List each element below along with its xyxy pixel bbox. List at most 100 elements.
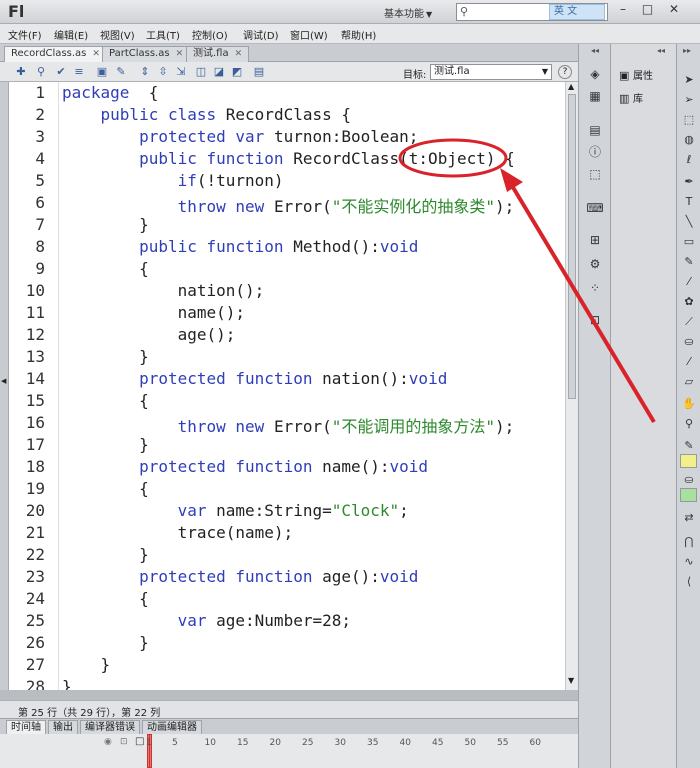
close-icon[interactable]: ✕ (92, 49, 100, 59)
lasso-tool-icon[interactable]: ℓ (681, 152, 697, 168)
left-collapse-strip[interactable]: ◀ (0, 82, 8, 690)
code-line: var age:Number=28; (177, 611, 351, 630)
rectangle-tool-icon[interactable]: ▭ (681, 234, 697, 250)
show-hide-toolbox-icon[interactable]: ▤ (252, 65, 266, 79)
lock-icon[interactable]: ⊡ (120, 737, 128, 747)
components-icon[interactable]: ⊞ (586, 232, 604, 248)
menu-control[interactable]: 控制(O) (192, 27, 228, 42)
close-icon[interactable]: ✕ (176, 49, 184, 59)
fill-color-icon[interactable]: ⛀ (681, 472, 697, 488)
info-icon[interactable]: ⓘ (586, 144, 604, 160)
line-number: 7 (35, 215, 45, 234)
menu-window[interactable]: 窗口(W) (290, 27, 328, 42)
add-statement-icon[interactable]: ✚ (14, 65, 28, 79)
collapse-selection-icon[interactable]: ⇳ (156, 65, 170, 79)
code-snippets-icon[interactable]: ⌨ (586, 200, 604, 216)
tab-timeline[interactable]: 时间轴 (6, 720, 46, 735)
stroke-color-icon[interactable]: ✎ (681, 438, 697, 454)
eraser-tool-icon[interactable]: ▱ (681, 374, 697, 390)
free-transform-tool-icon[interactable]: ⬚ (681, 112, 697, 128)
help-search-input[interactable]: ⚲ 英 文 (456, 3, 608, 21)
align-icon[interactable]: ▤ (586, 122, 604, 138)
code-line: age(); (62, 325, 236, 344)
pencil-tool-icon[interactable]: ✎ (681, 254, 697, 270)
snap-magnet-icon[interactable]: ⋂ (681, 534, 697, 550)
apply-block-comment-icon[interactable]: ◫ (194, 65, 208, 79)
motion-presets-icon[interactable]: ⁘ (586, 280, 604, 296)
tab-recordclass[interactable]: RecordClass.as ✕ (4, 46, 107, 62)
line-number: 28 (25, 677, 45, 690)
eye-icon[interactable]: ◉ (104, 737, 112, 747)
collapse-between-braces-icon[interactable]: ⇕ (138, 65, 152, 79)
chevron-left-icon: ◀ (1, 377, 7, 385)
tab-compiler-errors[interactable]: 编译器错误 (80, 720, 140, 735)
collapse-icon[interactable]: ◂◂ (591, 46, 599, 55)
timeline-ruler[interactable]: ◉ ⊡ □ 1 5 10 15 20 25 30 35 40 45 50 55 60 (0, 734, 578, 768)
menu-view[interactable]: 视图(V) (100, 27, 135, 42)
vertical-scrollbar[interactable]: ▲ ▼ (565, 82, 578, 690)
workspace-switcher[interactable]: 基本功能 ▼ (384, 5, 432, 20)
transform-icon[interactable]: ⬚ (586, 166, 604, 182)
color-panel-icon[interactable]: ◈ (586, 66, 604, 82)
collapse-icon[interactable]: ▸▸ (683, 46, 691, 55)
menu-bar: 文件(F) 编辑(E) 视图(V) 工具(T) 控制(O) 调试(D) 窗口(W… (0, 24, 700, 44)
close-icon[interactable]: ✕ (235, 49, 243, 59)
properties-icon: ▣ (619, 69, 630, 82)
target-select[interactable]: 测试.fla ▼ (430, 64, 552, 80)
fill-color-swatch[interactable] (680, 488, 697, 502)
scroll-down-icon[interactable]: ▼ (568, 676, 574, 685)
hand-tool-icon[interactable]: ✋ (681, 396, 697, 412)
expand-all-icon[interactable]: ⇲ (174, 65, 188, 79)
tab-partclass[interactable]: PartClass.as ✕ (102, 46, 191, 62)
tab-test-fla[interactable]: 测试.fla ✕ (186, 46, 250, 62)
auto-format-icon[interactable]: ≡ (72, 65, 86, 79)
library-tab[interactable]: ▥ 库 (619, 90, 643, 105)
code-line: var name:String="Clock"; (177, 501, 409, 520)
bottom-panel-tabs: 时间轴 输出 编译器错误 动画编辑器 (0, 718, 578, 735)
scroll-thumb[interactable] (568, 94, 576, 399)
menu-tools[interactable]: 工具(T) (146, 27, 180, 42)
target-value: 测试.fla (434, 66, 470, 77)
outline-icon[interactable]: □ (135, 736, 144, 747)
collapse-icon[interactable]: ◂◂ (657, 46, 665, 55)
menu-edit[interactable]: 编辑(E) (54, 27, 88, 42)
apply-line-comment-icon[interactable]: ◪ (212, 65, 226, 79)
code-editor[interactable]: 1 2 3 4 5 6 7 8 9 10 11 12 13 14 15 16 17 18 19 20 21 22 23 24 2… (8, 82, 565, 690)
brush-tool-icon[interactable]: ⁄ (681, 274, 697, 290)
debug-options-icon[interactable]: ✎ (114, 65, 128, 79)
3d-rotation-tool-icon[interactable]: ◍ (681, 132, 697, 148)
stroke-color-swatch[interactable] (680, 454, 697, 468)
swatches-icon[interactable]: ▦ (586, 88, 604, 104)
remove-comment-icon[interactable]: ◩ (230, 65, 244, 79)
tab-motion-editor[interactable]: 动画编辑器 (142, 720, 202, 735)
text-tool-icon[interactable]: T (681, 194, 697, 210)
check-syntax-icon[interactable]: ✔ (54, 65, 68, 79)
window-controls[interactable]: – □ ✕ (620, 2, 685, 16)
help-icon[interactable]: ? (558, 65, 572, 79)
component-inspector-icon[interactable]: ⚙ (586, 256, 604, 272)
pen-tool-icon[interactable]: ✒ (681, 174, 697, 190)
project-icon[interactable]: ⊡ (586, 312, 604, 328)
selection-tool-icon[interactable]: ➤ (681, 72, 697, 88)
line-number: 17 (25, 435, 45, 454)
subselection-tool-icon[interactable]: ➢ (681, 92, 697, 108)
paint-bucket-tool-icon[interactable]: ⛀ (681, 334, 697, 350)
zoom-tool-icon[interactable]: ⚲ (681, 416, 697, 432)
swap-colors-icon[interactable]: ⇄ (681, 510, 697, 526)
code-hint-icon[interactable]: ▣ (95, 65, 109, 79)
bone-tool-icon[interactable]: ⟋ (681, 314, 697, 330)
menu-debug[interactable]: 调试(D) (243, 27, 279, 42)
scroll-up-icon[interactable]: ▲ (568, 82, 574, 91)
deco-tool-icon[interactable]: ✿ (681, 294, 697, 310)
smooth-icon[interactable]: ∿ (681, 554, 697, 570)
find-icon[interactable]: ⚲ (34, 65, 48, 79)
frame-number: 55 (497, 738, 509, 748)
properties-tab[interactable]: ▣ 属性 (619, 67, 653, 82)
straighten-icon[interactable]: ⟨ (681, 574, 697, 590)
menu-help[interactable]: 帮助(H) (341, 27, 376, 42)
frame-number: 1 (146, 738, 152, 748)
tab-output[interactable]: 输出 (48, 720, 78, 735)
line-tool-icon[interactable]: ╲ (681, 214, 697, 230)
eyedropper-tool-icon[interactable]: ⁄ (681, 354, 697, 370)
menu-file[interactable]: 文件(F) (8, 27, 42, 42)
